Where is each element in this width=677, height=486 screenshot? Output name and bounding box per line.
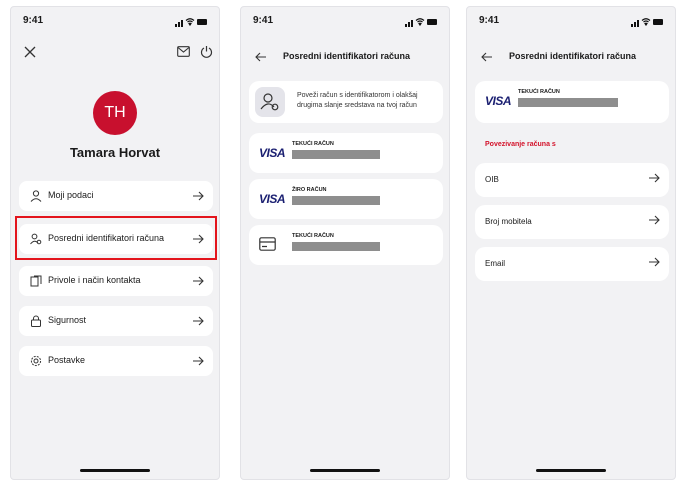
home-indicator[interactable] (536, 469, 606, 472)
status-bar: 9:41 (479, 15, 663, 29)
selected-account-card: VISA TEKUĆI RAČUN (475, 81, 669, 123)
battery-icon (427, 19, 437, 25)
option-email[interactable]: Email (475, 247, 669, 281)
identifiers-screen: 9:41 Posredni identifikatori računa Pove… (240, 6, 450, 480)
account-type-label: TEKUĆI RAČUN (292, 233, 334, 239)
card-icon (259, 237, 276, 251)
account-card[interactable]: VISA ŽIRO RAČUN (249, 179, 443, 219)
arrow-right-icon (193, 316, 204, 326)
back-arrow-icon[interactable] (255, 51, 267, 63)
system-icons (405, 17, 437, 27)
masked-account-number (292, 150, 380, 159)
info-text: Poveži račun s identifikatorom i olakšaj… (297, 92, 418, 109)
arrow-right-icon (193, 191, 204, 201)
masked-account-number (292, 196, 380, 205)
menu-item-label: Sigurnost (48, 315, 87, 325)
arrow-right-icon (193, 356, 204, 366)
status-time: 9:41 (479, 15, 500, 26)
arrow-right-icon (649, 257, 660, 267)
battery-icon (197, 19, 207, 25)
profile-screen: 9:41 TH Tamara Horvat Moji podaci Posred… (10, 6, 220, 480)
page-title: Posredni identifikatori računa (509, 51, 637, 61)
masked-account-number (292, 242, 380, 251)
gear-icon (30, 355, 42, 367)
option-broj-mobitela[interactable]: Broj mobitela (475, 205, 669, 239)
account-card[interactable]: TEKUĆI RAČUN (249, 225, 443, 265)
link-account-screen: 9:41 Posredni identifikatori računa VISA… (466, 6, 676, 480)
menu-item-moji-podaci[interactable]: Moji podaci (19, 181, 213, 211)
avatar: TH (93, 91, 137, 135)
visa-logo: VISA (485, 94, 512, 108)
info-icon-box (255, 87, 285, 117)
menu-item-privole[interactable]: Privole i način kontakta (19, 266, 213, 296)
status-time: 9:41 (253, 15, 274, 26)
system-icons (175, 17, 207, 27)
signal-bar (634, 22, 636, 27)
account-type-label: ŽIRO RAČUN (292, 187, 327, 193)
menu-item-postavke[interactable]: Postavke (19, 346, 213, 376)
masked-account-number (518, 98, 618, 107)
system-icons (631, 17, 663, 27)
account-type-label: TEKUĆI RAČUN (292, 141, 334, 147)
user-name: Tamara Horvat (69, 145, 161, 160)
home-indicator[interactable] (310, 469, 380, 472)
signal-icon (631, 24, 633, 27)
mail-icon[interactable] (177, 46, 190, 57)
page-title: Posredni identifikatori računa (283, 51, 411, 61)
lock-icon (31, 315, 41, 327)
wifi-icon (185, 18, 195, 26)
signal-bar (411, 20, 413, 27)
wifi-icon (641, 18, 651, 26)
signal-icon (175, 24, 177, 27)
status-bar: 9:41 (23, 15, 207, 29)
menu-item-label: Moji podaci (48, 190, 94, 200)
signal-bar (408, 22, 410, 27)
highlight-box (15, 216, 217, 260)
users-icon (260, 93, 279, 111)
status-bar: 9:41 (253, 15, 437, 29)
option-oib[interactable]: OIB (475, 163, 669, 197)
signal-bar (637, 20, 639, 27)
visa-logo: VISA (259, 146, 286, 160)
option-label: Broj mobitela (485, 217, 532, 226)
user-icon (30, 190, 42, 202)
consent-icon (30, 275, 42, 287)
info-card: Poveži račun s identifikatorom i olakšaj… (249, 81, 443, 123)
arrow-right-icon (649, 173, 660, 183)
back-arrow-icon[interactable] (481, 51, 493, 63)
section-title: Povezivanje računa s (485, 141, 556, 148)
option-label: Email (485, 259, 506, 268)
signal-bar (181, 20, 183, 27)
battery-icon (653, 19, 663, 25)
wifi-icon (415, 18, 425, 26)
signal-icon (405, 24, 407, 27)
visa-logo: VISA (259, 192, 286, 206)
account-type-label: TEKUĆI RAČUN (518, 89, 560, 95)
arrow-right-icon (649, 215, 660, 225)
menu-item-sigurnost[interactable]: Sigurnost (19, 306, 213, 336)
arrow-right-icon (193, 276, 204, 286)
menu-item-label: Privole i način kontakta (48, 275, 141, 285)
account-card[interactable]: VISA TEKUĆI RAČUN (249, 133, 443, 173)
signal-bar (178, 22, 180, 27)
close-icon[interactable] (23, 45, 37, 59)
home-indicator[interactable] (80, 469, 150, 472)
power-icon[interactable] (200, 45, 213, 58)
option-label: OIB (485, 175, 499, 184)
status-time: 9:41 (23, 15, 44, 26)
menu-item-label: Postavke (48, 355, 86, 365)
